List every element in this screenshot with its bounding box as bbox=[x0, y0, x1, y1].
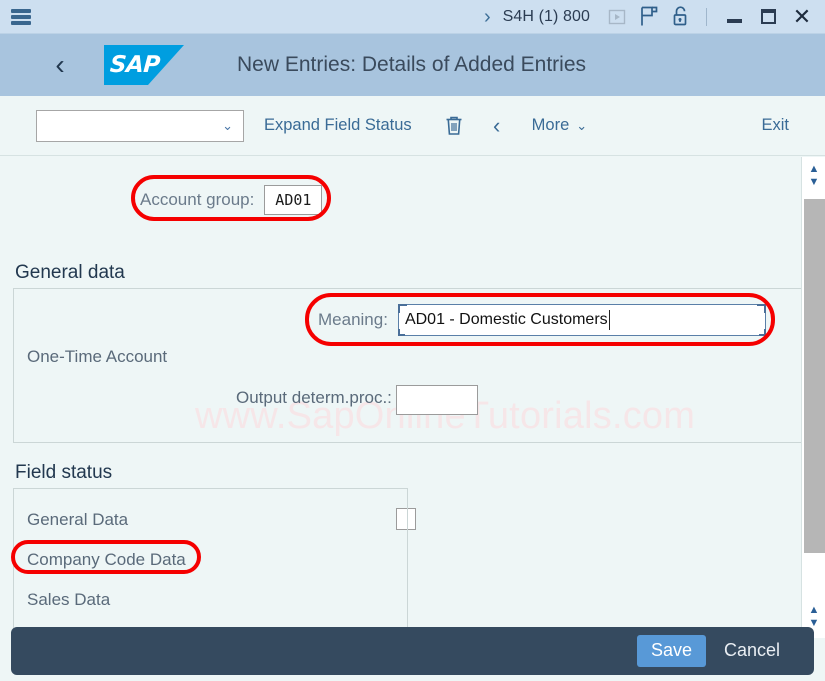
footer-bar: Save Cancel bbox=[11, 627, 814, 675]
scroll-up-icon[interactable]: ▲ bbox=[809, 604, 820, 617]
hamburger-bar bbox=[11, 8, 31, 13]
focus-corner-bottom-right bbox=[758, 329, 766, 336]
titlebar-divider bbox=[706, 7, 707, 26]
chevron-right-icon[interactable]: › bbox=[484, 7, 491, 27]
minimize-button[interactable] bbox=[717, 2, 751, 32]
trash-icon bbox=[446, 116, 462, 135]
action-toolbar: ⌄ Expand Field Status ‹ More ⌄ Exit bbox=[0, 96, 825, 156]
sap-shell-header: ‹ SAP New Entries: Details of Added Entr… bbox=[0, 34, 825, 96]
meaning-row: Meaning: AD01 - Domestic Customers bbox=[318, 304, 766, 336]
cancel-button[interactable]: Cancel bbox=[716, 635, 788, 667]
hamburger-bar bbox=[11, 20, 31, 25]
meaning-input[interactable]: AD01 - Domestic Customers bbox=[397, 304, 766, 336]
output-determination-procedure-label: Output determ.proc.: bbox=[236, 388, 392, 407]
variant-select[interactable]: ⌄ bbox=[36, 109, 244, 142]
one-time-account-label: One-Time Account bbox=[27, 347, 168, 366]
close-icon: ✕ bbox=[792, 3, 812, 29]
text-cursor bbox=[608, 310, 610, 330]
output-determination-procedure-input[interactable] bbox=[396, 385, 478, 415]
close-button[interactable]: ✕ bbox=[785, 2, 819, 32]
sap-logo-text: SAP bbox=[109, 52, 161, 78]
maximize-button[interactable] bbox=[751, 2, 785, 32]
back-navigation-button[interactable]: ‹ bbox=[48, 51, 72, 79]
sap-logo: SAP bbox=[104, 45, 184, 85]
hamburger-menu-icon[interactable] bbox=[8, 7, 34, 27]
meaning-input-value: AD01 - Domestic Customers bbox=[404, 311, 608, 328]
focus-corner-bottom-left bbox=[397, 329, 405, 336]
scroll-up-icon[interactable]: ▲ bbox=[809, 163, 820, 176]
unlock-icon[interactable] bbox=[668, 5, 694, 29]
delete-button[interactable] bbox=[434, 108, 474, 144]
sap-gui-window: › S4H (1) 800 ✕ ‹ SAP New Entries: Detai… bbox=[0, 0, 825, 681]
scroll-up-controls[interactable]: ▲ ▼ bbox=[802, 157, 825, 195]
toolbar-back-button[interactable]: ‹ bbox=[482, 114, 512, 137]
system-id-label: S4H (1) 800 bbox=[502, 7, 590, 25]
field-status-item-sales-data[interactable]: Sales Data bbox=[27, 590, 110, 610]
vertical-scrollbar[interactable]: ▲ ▼ ▲ ▼ bbox=[801, 157, 825, 638]
general-data-section-title: General data bbox=[15, 262, 125, 283]
scrollbar-thumb[interactable] bbox=[804, 199, 825, 553]
minimize-icon bbox=[726, 18, 742, 23]
more-menu-button[interactable]: More ⌄ bbox=[532, 116, 588, 135]
form-content-area: www.SapOnlineTutorials.com Account group… bbox=[0, 157, 825, 681]
more-menu-label: More bbox=[531, 116, 570, 134]
meaning-label: Meaning: bbox=[318, 310, 388, 329]
chevron-down-icon: ⌄ bbox=[576, 118, 588, 133]
expand-field-status-button[interactable]: Expand Field Status bbox=[264, 116, 412, 135]
exit-button[interactable]: Exit bbox=[761, 116, 789, 135]
play-button-icon[interactable] bbox=[604, 5, 630, 29]
new-session-icon[interactable] bbox=[636, 5, 662, 29]
hamburger-bar bbox=[11, 14, 31, 19]
scroll-down-icon[interactable]: ▼ bbox=[809, 176, 820, 189]
field-status-item-general-data[interactable]: General Data bbox=[27, 510, 128, 530]
field-status-item-company-code-data[interactable]: Company Code Data bbox=[27, 550, 186, 570]
account-group-input[interactable]: AD01 bbox=[264, 185, 323, 215]
account-group-row: Account group: AD01 bbox=[140, 185, 323, 215]
account-group-label: Account group: bbox=[140, 190, 255, 209]
field-status-section-title: Field status bbox=[15, 462, 113, 483]
page-title: New Entries: Details of Added Entries bbox=[237, 53, 587, 76]
window-title-bar: › S4H (1) 800 ✕ bbox=[0, 0, 825, 34]
chevron-down-icon: ⌄ bbox=[222, 118, 233, 133]
save-button[interactable]: Save bbox=[636, 635, 706, 667]
maximize-icon bbox=[760, 9, 776, 24]
